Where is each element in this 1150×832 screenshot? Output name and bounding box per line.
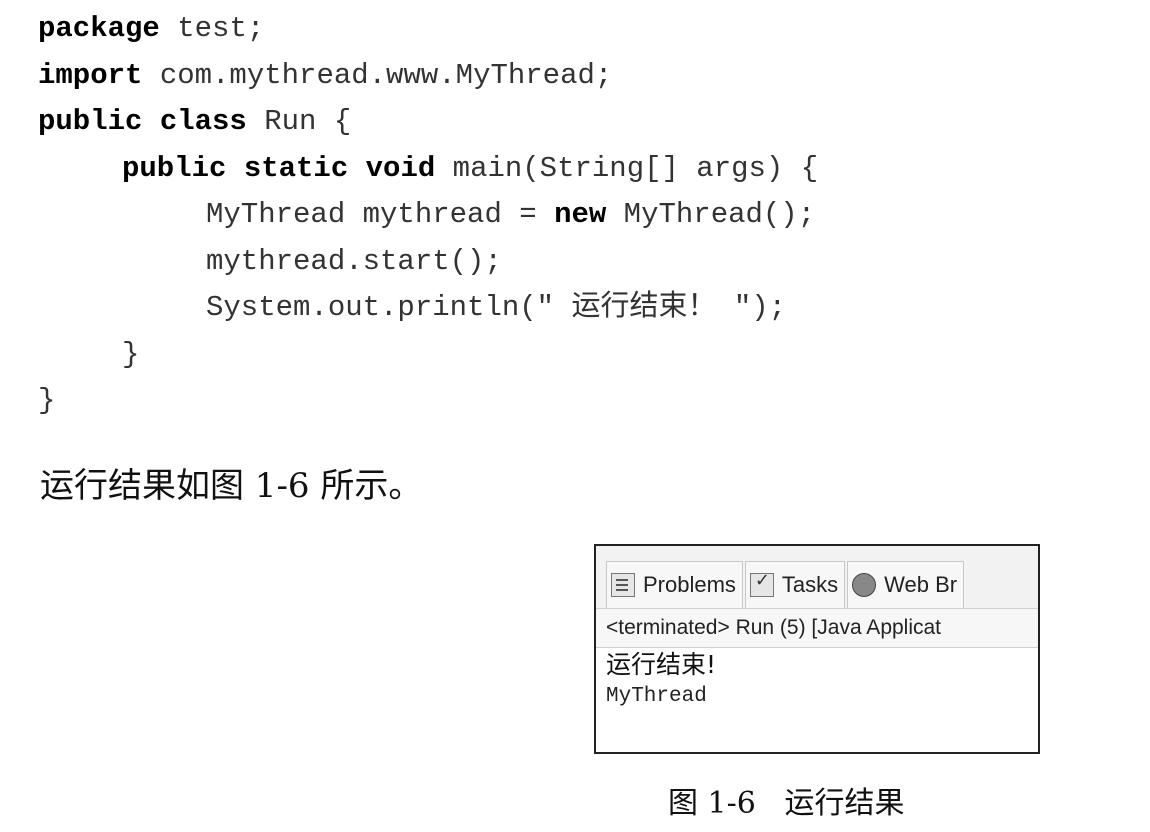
code-line: public static void main(String[] args) { xyxy=(38,146,818,193)
console-line: 运行结束! xyxy=(606,650,717,679)
code-line: public class Run { xyxy=(38,99,818,146)
keyword: new xyxy=(554,198,607,231)
globe-icon xyxy=(852,573,877,597)
code-line: MyThread mythread = new MyThread(); xyxy=(38,192,818,239)
tab-label: Web Br xyxy=(884,572,958,597)
code-line: } xyxy=(122,337,140,371)
figure-caption: 图 1-6 运行结果 xyxy=(668,786,905,821)
console-header: <terminated> Run (5) [Java Applicat xyxy=(596,609,1038,648)
code-text: Run { xyxy=(246,105,352,138)
problems-icon xyxy=(611,573,635,597)
code-text: com.mythread.www.MyThread; xyxy=(142,58,613,92)
code-text: main(String[] args) { xyxy=(435,151,819,185)
tasks-icon xyxy=(749,570,774,597)
code-line: import com.mythread.www.MyThread; xyxy=(38,53,818,100)
console-output: 运行结束! MyThread xyxy=(596,648,1038,712)
tab-tasks[interactable]: Tasks xyxy=(744,561,846,608)
body-paragraph: 运行结果如图 1-6 所示。 xyxy=(40,466,423,506)
tab-web-browser[interactable]: Web Br xyxy=(847,561,965,608)
keyword: import xyxy=(38,58,143,92)
code-line: } xyxy=(38,384,56,417)
tab-label: Tasks xyxy=(781,572,839,597)
code-line: System.out.println(" 运行结束！ "); xyxy=(206,291,787,324)
code-line: package test; xyxy=(38,6,818,53)
code-line: mythread.start(); xyxy=(206,244,502,278)
tab-label: Problems xyxy=(643,572,736,597)
keyword: public class xyxy=(38,105,247,138)
keyword: package xyxy=(38,12,160,45)
code-listing: package test; import com.mythread.www.My… xyxy=(38,6,818,425)
keyword: public static void xyxy=(122,151,436,185)
code-text: test; xyxy=(159,12,265,45)
code-text: MyThread mythread = xyxy=(206,198,555,231)
console-line: MyThread xyxy=(606,685,707,708)
code-text: MyThread(); xyxy=(606,198,816,231)
console-screenshot: Problems Tasks Web Br <terminated> Run (… xyxy=(594,544,1040,754)
tab-problems[interactable]: Problems xyxy=(606,561,743,608)
view-tabs: Problems Tasks Web Br xyxy=(596,546,1038,609)
